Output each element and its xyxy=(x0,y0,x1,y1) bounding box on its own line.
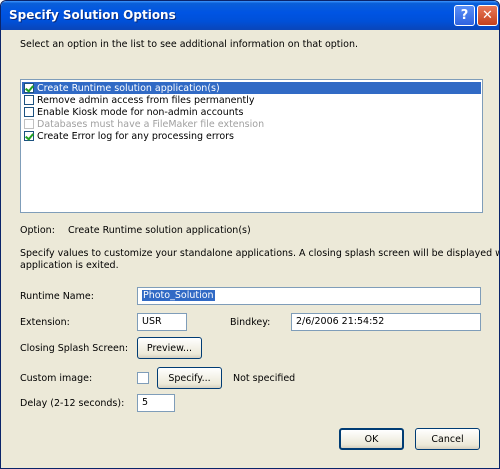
delay-field[interactable]: 5 xyxy=(137,394,175,412)
custom-image-status: Not specified xyxy=(233,373,296,384)
checkbox[interactable] xyxy=(24,131,34,141)
extension-field[interactable]: USR xyxy=(137,313,187,331)
list-item[interactable]: Create Runtime solution application(s) xyxy=(22,82,481,94)
bindkey-label: Bindkey: xyxy=(230,317,271,328)
window-title: Specify Solution Options xyxy=(9,8,176,22)
question-icon: ? xyxy=(460,8,469,23)
description-line-2: application is exited. xyxy=(20,260,119,271)
list-item-label: Create Runtime solution application(s) xyxy=(37,82,220,94)
checkbox[interactable] xyxy=(24,95,34,105)
custom-image-label: Custom image: xyxy=(20,373,93,384)
checkbox[interactable] xyxy=(24,107,34,117)
ok-button[interactable]: OK xyxy=(339,428,404,450)
bindkey-value: 2/6/2006 21:54:52 xyxy=(296,316,385,327)
extension-value: USR xyxy=(142,316,162,327)
runtime-name-label: Runtime Name: xyxy=(20,291,94,302)
list-item[interactable]: Databases must have a FileMaker file ext… xyxy=(22,118,481,130)
instructions-text: Select an option in the list to see addi… xyxy=(20,39,359,50)
list-item[interactable]: Enable Kiosk mode for non-admin accounts xyxy=(22,106,481,118)
list-item-label: Create Error log for any processing erro… xyxy=(37,130,234,142)
list-item-label: Remove admin access from files permanent… xyxy=(37,94,255,106)
close-icon: ✕ xyxy=(482,8,493,23)
help-button[interactable]: ? xyxy=(454,5,475,26)
delay-label: Delay (2-12 seconds): xyxy=(20,398,125,409)
list-item-label: Enable Kiosk mode for non-admin accounts xyxy=(37,106,244,118)
list-item-label: Databases must have a FileMaker file ext… xyxy=(37,118,265,130)
list-item[interactable]: Remove admin access from files permanent… xyxy=(22,94,481,106)
description-line-1: Specify values to customize your standal… xyxy=(20,248,500,259)
option-value: Create Runtime solution application(s) xyxy=(68,225,251,236)
runtime-name-field[interactable]: Photo_Solution xyxy=(137,287,481,305)
cancel-button[interactable]: Cancel xyxy=(415,428,480,450)
checkbox[interactable] xyxy=(24,119,34,129)
option-label: Option: xyxy=(20,225,55,236)
preview-button[interactable]: Preview... xyxy=(137,337,202,359)
runtime-name-value: Photo_Solution xyxy=(142,290,215,301)
list-item[interactable]: Create Error log for any processing erro… xyxy=(22,130,481,142)
title-bar[interactable]: Specify Solution Options ? ✕ xyxy=(1,1,499,30)
checkbox[interactable] xyxy=(24,83,34,93)
delay-value: 5 xyxy=(142,397,149,408)
bindkey-field[interactable]: 2/6/2006 21:54:52 xyxy=(291,313,481,331)
specify-button[interactable]: Specify... xyxy=(157,367,222,389)
closing-splash-label: Closing Splash Screen: xyxy=(20,343,129,354)
options-listbox[interactable]: Create Runtime solution application(s) R… xyxy=(20,79,483,213)
extension-label: Extension: xyxy=(20,317,70,328)
close-button[interactable]: ✕ xyxy=(477,5,498,26)
custom-image-checkbox[interactable] xyxy=(137,372,149,384)
dialog-window: Specify Solution Options ? ✕ Select an o… xyxy=(0,0,500,469)
